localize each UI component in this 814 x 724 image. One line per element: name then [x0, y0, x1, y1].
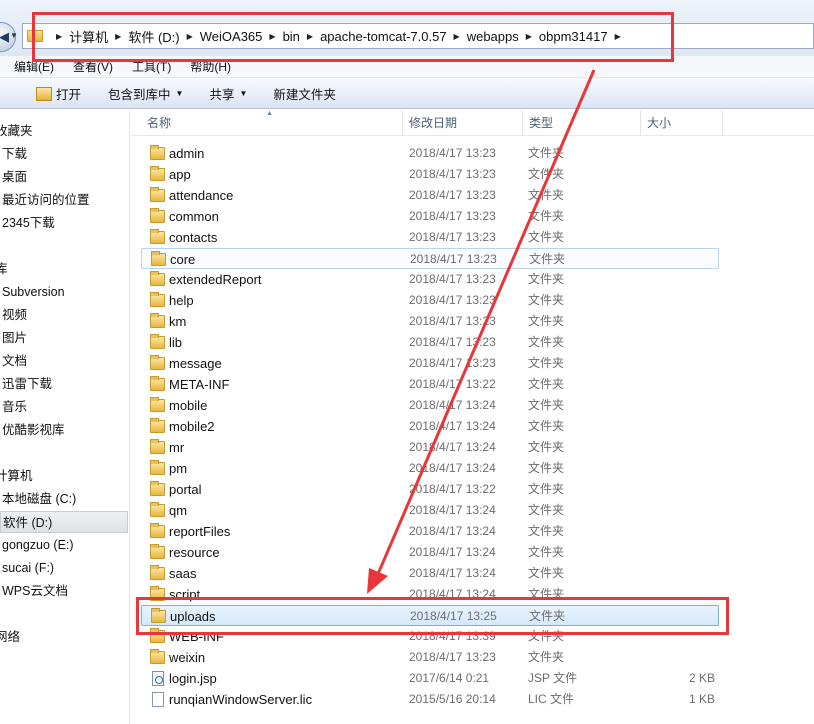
- explorer-window: ◀ ▼ ▶ 计算机 ▶ 软件 (D:) ▶ WeiOA365 ▶ bin ▶ apache-tom…: [0, 0, 814, 724]
- annotation-arrow-line: [376, 69, 596, 575]
- annotation-arrow: [367, 69, 596, 594]
- annotation-arrow-head: [367, 568, 388, 594]
